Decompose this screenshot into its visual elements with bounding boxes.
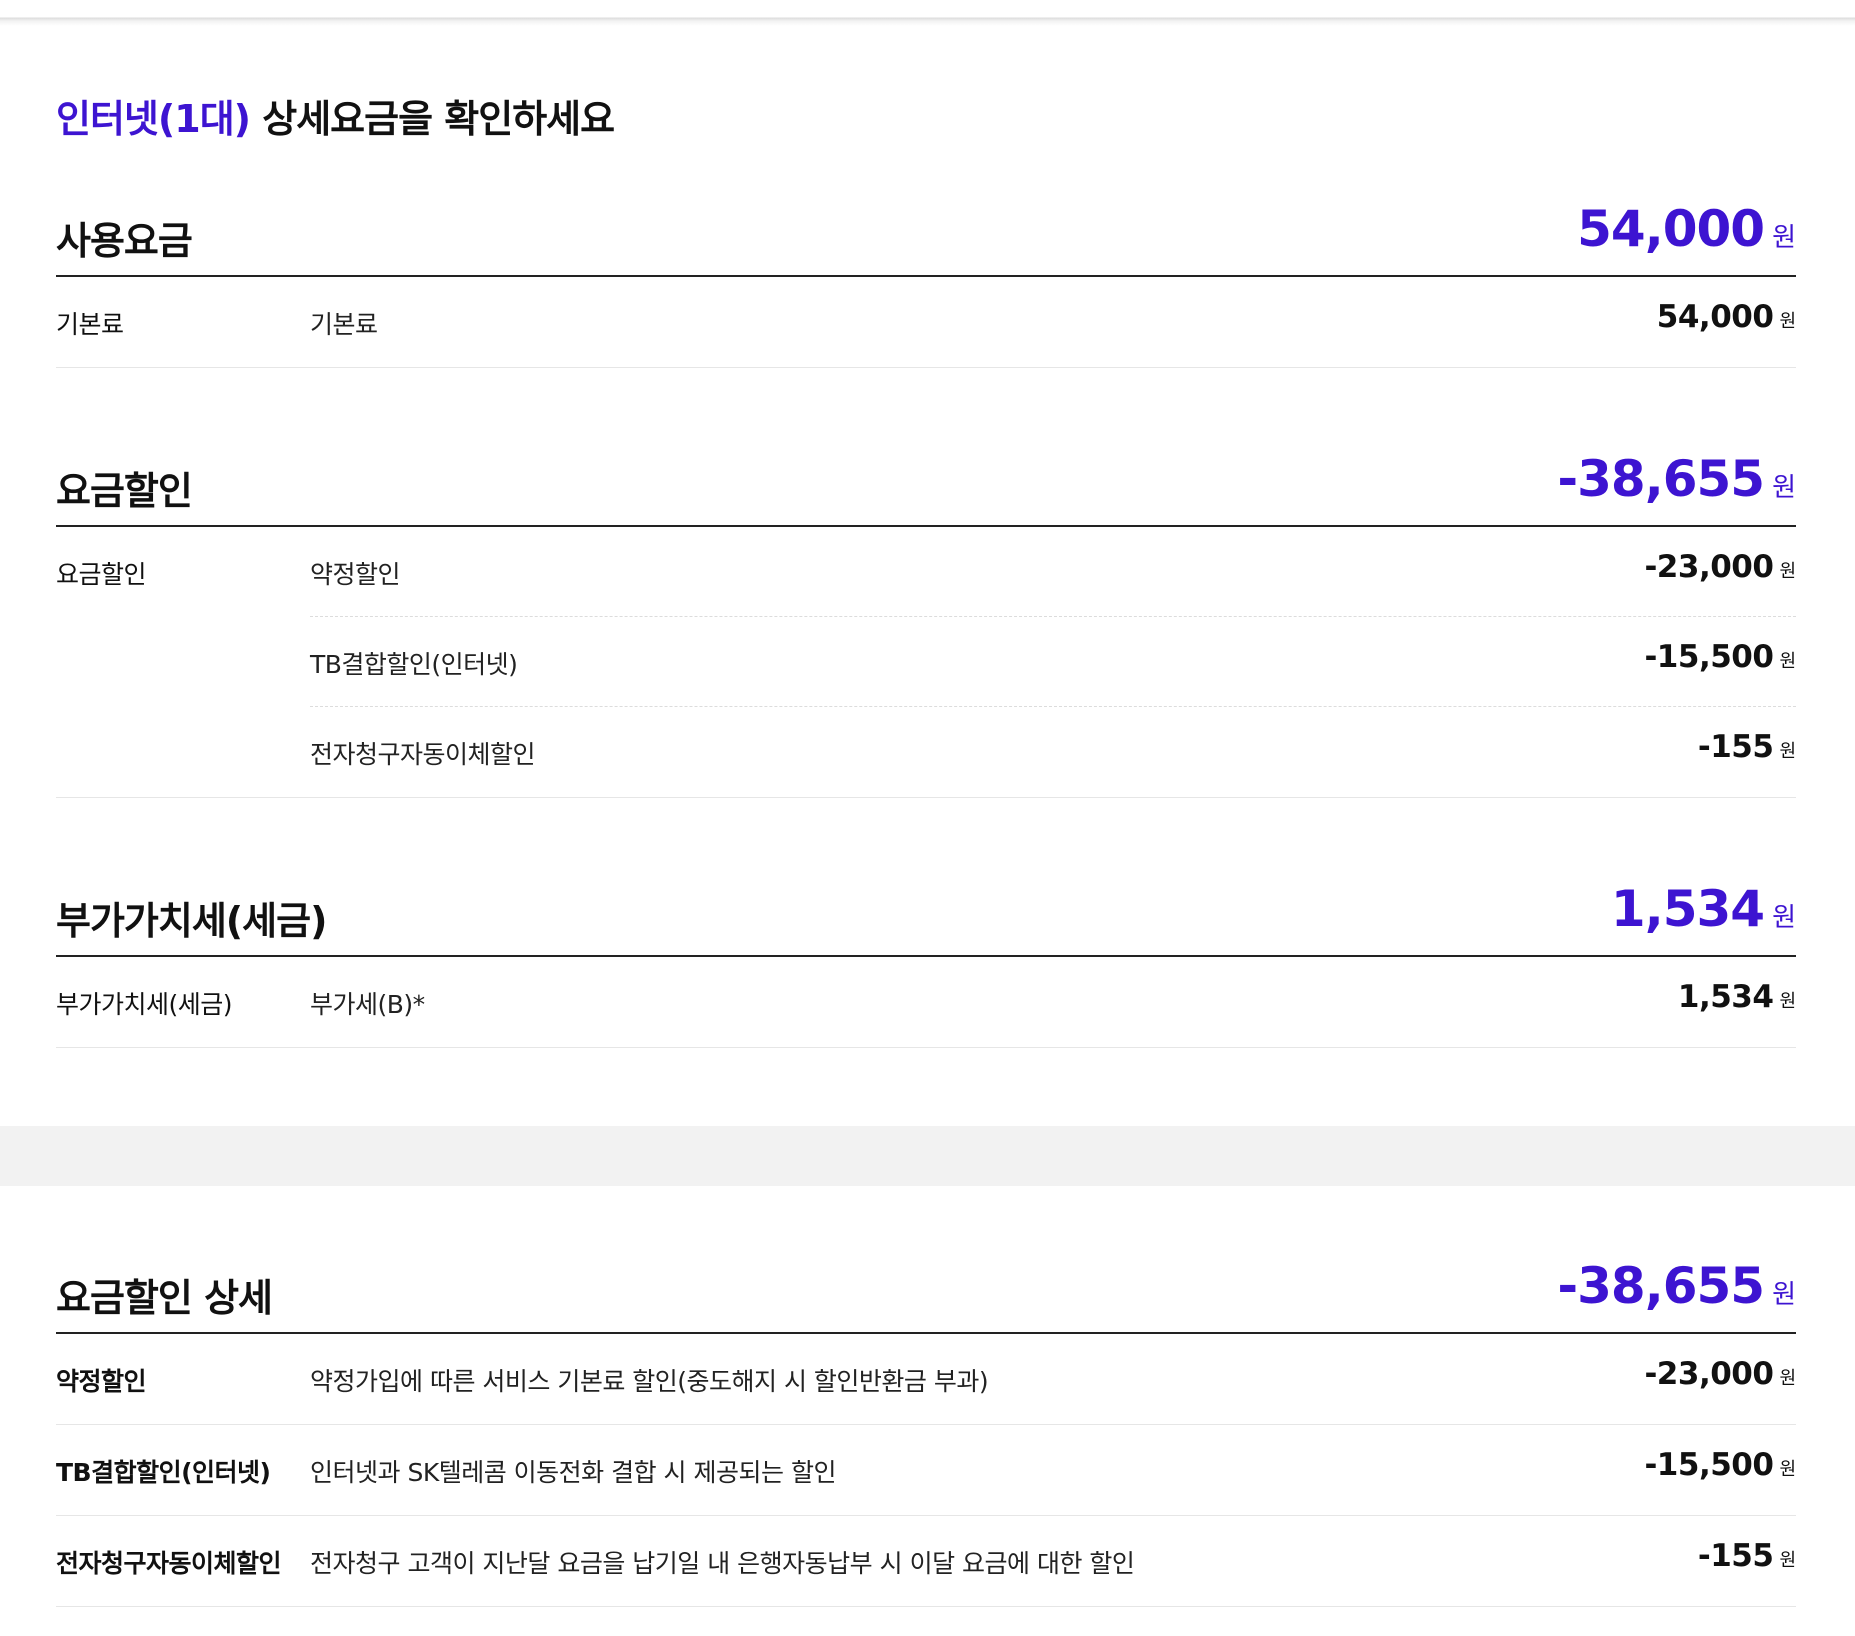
row-amount: -15,500 원 [1644,1447,1796,1483]
currency-unit: 원 [1772,1280,1796,1310]
bill-detail-page: 인터넷(1대) 상세요금을 확인하세요 사용요금 54,000 원 기본료 기본료… [0,0,1855,1636]
discount-detail-row-bundle: TB결합할인(인터넷) 인터넷과 SK텔레콤 이동전화 결합 시 제공되는 할인… [56,1425,1796,1516]
vat-title: 부가가치세(세금) [56,899,327,943]
row-label: 기본료 [56,310,124,339]
discount-section: 요금할인 -38,655 원 요금할인 약정할인 -23,000 원 TB결합할인(… [56,450,1796,798]
row-amount: 54,000 원 [1657,299,1796,335]
discount-total: -38,655 원 [1557,450,1796,508]
row-description: 인터넷과 SK텔레콤 이동전화 결합 시 제공되는 할인 [310,1458,836,1487]
row-label: TB결합할인(인터넷) [56,1458,271,1487]
row-description: 약정가입에 따른 서비스 기본료 할인(중도해지 시 할인반환금 부과) [310,1367,989,1396]
discount-detail-row-autopay: 전자청구자동이체할인 전자청구 고객이 지난달 요금을 납기일 내 은행자동납부… [56,1516,1796,1607]
currency-unit: 원 [1779,1550,1796,1571]
discount-title: 요금할인 [56,469,193,513]
discount-total-amount: -38,655 [1557,450,1765,508]
currency-unit: 원 [1772,473,1796,503]
usage-fee-total-amount: 54,000 [1577,200,1765,258]
top-divider [0,0,1855,26]
vat-row: 부가가치세(세금) 부가세(B)* 1,534 원 [56,957,1796,1048]
usage-fee-header: 사용요금 54,000 원 [56,200,1796,277]
vat-total: 1,534 원 [1611,880,1796,938]
row-detail: TB결합할인(인터넷) [310,650,518,679]
row-label: 약정할인 [56,1367,147,1396]
row-amount-value: -155 [1697,1538,1774,1574]
row-label: 전자청구자동이체할인 [56,1549,282,1578]
row-amount-value: -23,000 [1644,1356,1774,1392]
page-title-text: 상세요금을 확인하세요 [250,97,615,141]
currency-unit: 원 [1779,991,1796,1012]
currency-unit: 원 [1772,903,1796,933]
discount-header: 요금할인 -38,655 원 [56,450,1796,527]
row-amount: 1,534 원 [1678,979,1796,1015]
currency-unit: 원 [1779,1459,1796,1480]
page-title: 인터넷(1대) 상세요금을 확인하세요 [56,88,615,143]
row-detail: 약정할인 [310,560,401,589]
usage-fee-title: 사용요금 [56,219,193,263]
discount-detail-total-amount: -38,655 [1557,1257,1765,1315]
usage-fee-section: 사용요금 54,000 원 기본료 기본료 54,000 원 [56,200,1796,368]
discount-group-label: 요금할인 [56,560,147,589]
row-amount-value: 1,534 [1677,979,1774,1015]
currency-unit: 원 [1779,311,1796,332]
currency-unit: 원 [1779,1368,1796,1389]
row-amount: -15,500 원 [1644,639,1796,675]
page-title-highlight: 인터넷(1대) [56,97,251,141]
row-amount-value: -15,500 [1644,1447,1774,1483]
row-detail: 부가세(B)* [310,990,425,1019]
discount-detail-row-contract: 약정할인 약정가입에 따른 서비스 기본료 할인(중도해지 시 할인반환금 부과… [56,1334,1796,1425]
discount-row-bundle: TB결합할인(인터넷) -15,500 원 [56,617,1796,707]
row-amount-value: 54,000 [1656,299,1774,335]
row-amount: -23,000 원 [1644,1356,1796,1392]
discount-detail-header: 요금할인 상세 -38,655 원 [56,1257,1796,1334]
discount-detail-section: 요금할인 상세 -38,655 원 약정할인 약정가입에 따른 서비스 기본료 할… [56,1257,1796,1607]
row-description: 전자청구 고객이 지난달 요금을 납기일 내 은행자동납부 시 이달 요금에 대… [310,1549,1135,1578]
currency-unit: 원 [1779,561,1796,582]
currency-unit: 원 [1772,223,1796,253]
discount-detail-total: -38,655 원 [1557,1257,1796,1315]
vat-section: 부가가치세(세금) 1,534 원 부가가치세(세금) 부가세(B)* 1,534… [56,880,1796,1048]
row-amount: -23,000 원 [1644,549,1796,585]
currency-unit: 원 [1779,651,1796,672]
section-separator-band [0,1126,1855,1186]
discount-row-contract: 요금할인 약정할인 -23,000 원 [56,527,1796,617]
row-detail: 전자청구자동이체할인 [310,740,536,769]
row-amount: -155 원 [1698,729,1796,765]
row-amount: -155 원 [1698,1538,1796,1574]
row-amount-value: -23,000 [1644,549,1774,585]
discount-detail-title: 요금할인 상세 [56,1276,273,1320]
vat-header: 부가가치세(세금) 1,534 원 [56,880,1796,957]
usage-fee-row-basic: 기본료 기본료 54,000 원 [56,277,1796,368]
row-amount-value: -15,500 [1644,639,1774,675]
row-amount-value: -155 [1697,729,1774,765]
currency-unit: 원 [1779,741,1796,762]
usage-fee-total: 54,000 원 [1577,200,1796,258]
row-label: 부가가치세(세금) [56,990,233,1019]
row-detail: 기본료 [310,310,378,339]
vat-total-amount: 1,534 [1610,880,1765,938]
discount-row-autopay: 전자청구자동이체할인 -155 원 [56,707,1796,798]
